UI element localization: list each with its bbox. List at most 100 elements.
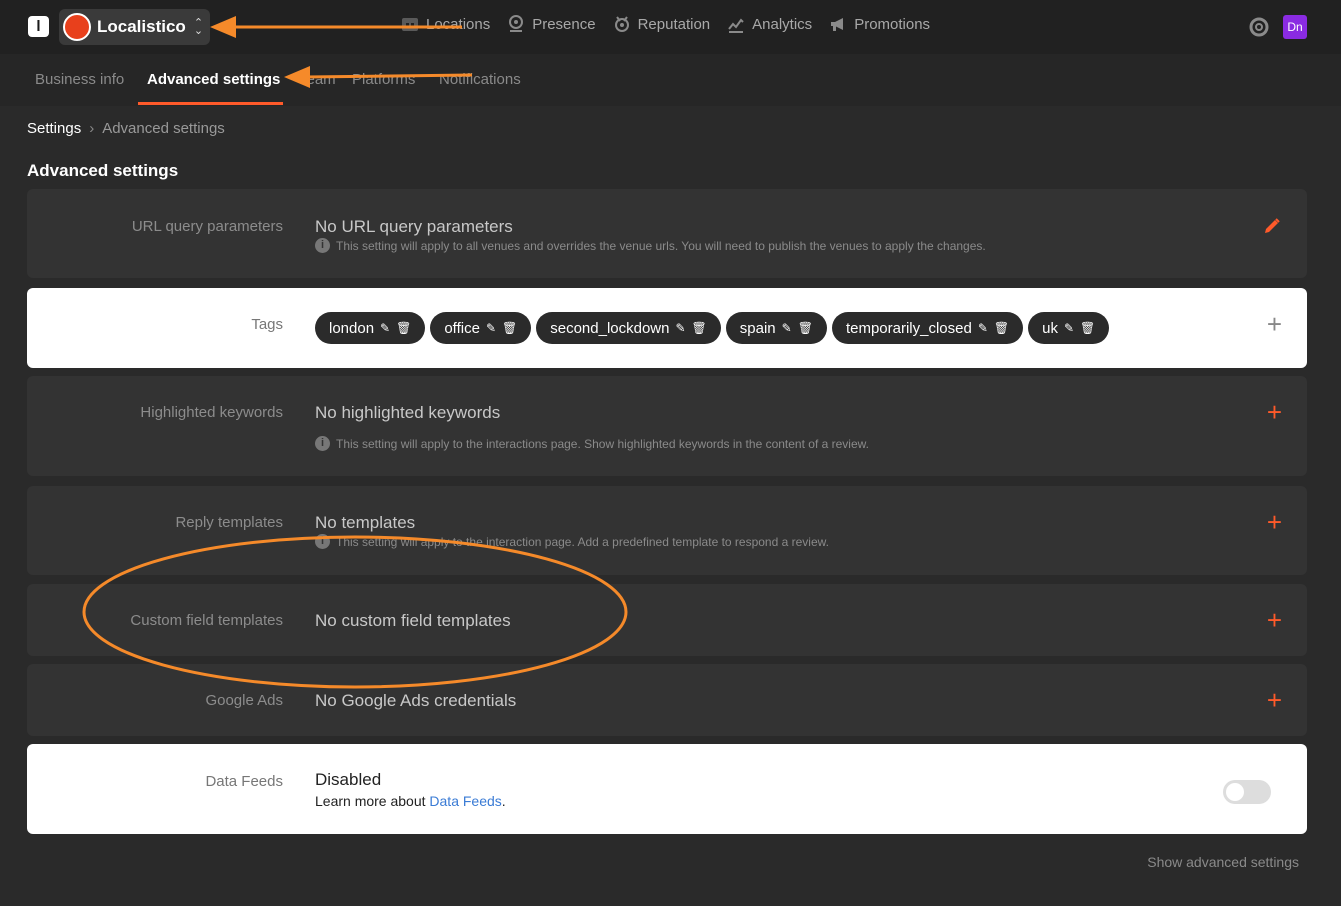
reply-templates-row: Reply templates No templates i This sett… bbox=[27, 486, 1307, 575]
trash-icon[interactable]: 🗑 bbox=[1080, 321, 1095, 335]
show-advanced-settings-link[interactable]: Show advanced settings bbox=[1147, 854, 1299, 870]
nav-label: Analytics bbox=[752, 15, 813, 33]
tab-notifications[interactable]: Notifications bbox=[439, 71, 521, 88]
edit-pencil-icon[interactable]: ✎ bbox=[1064, 321, 1074, 335]
row-value: No custom field templates bbox=[315, 611, 511, 630]
row-label: Data Feeds bbox=[205, 773, 283, 790]
data-feeds-row: Data Feeds Disabled Learn more about Dat… bbox=[27, 744, 1307, 834]
row-label: Tags bbox=[251, 316, 283, 333]
analytics-icon bbox=[726, 14, 746, 34]
learn-more-prefix: Learn more about bbox=[315, 793, 430, 809]
tag-chip[interactable]: spain ✎ 🗑 bbox=[725, 312, 827, 344]
nav-label: Presence bbox=[532, 15, 596, 33]
row-hint: i This setting will apply to the interac… bbox=[315, 534, 829, 549]
breadcrumb-settings[interactable]: Settings bbox=[27, 120, 81, 137]
trash-icon[interactable]: 🗑 bbox=[396, 321, 411, 335]
hint-text: This setting will apply to the interacti… bbox=[336, 534, 829, 549]
tab-team[interactable]: Team bbox=[299, 71, 336, 88]
edit-pencil-icon[interactable] bbox=[1262, 216, 1282, 237]
chevron-right-icon: › bbox=[89, 120, 95, 137]
locations-icon bbox=[400, 14, 420, 34]
info-icon: i bbox=[315, 238, 330, 253]
edit-pencil-icon[interactable]: ✎ bbox=[380, 321, 390, 335]
tag-chip[interactable]: london ✎ 🗑 bbox=[315, 312, 426, 344]
tag-label: uk bbox=[1042, 319, 1058, 337]
presence-icon bbox=[506, 14, 526, 34]
info-icon: i bbox=[315, 436, 330, 451]
trash-icon[interactable]: 🗑 bbox=[692, 321, 707, 335]
highlighted-keywords-row: Highlighted keywords No highlighted keyw… bbox=[27, 376, 1307, 476]
tab-platforms[interactable]: Platforms bbox=[352, 71, 415, 88]
row-value: No URL query parameters bbox=[315, 217, 513, 236]
add-tag-plus-icon[interactable]: + bbox=[1267, 311, 1282, 337]
nav-item-reputation[interactable]: Reputation bbox=[612, 14, 711, 34]
row-hint: i This setting will apply to all venues … bbox=[315, 238, 986, 253]
row-label: Custom field templates bbox=[130, 612, 283, 629]
tag-chip[interactable]: uk ✎ 🗑 bbox=[1028, 312, 1110, 344]
google-ads-row: Google Ads No Google Ads credentials + bbox=[27, 664, 1307, 736]
tag-label: temporarily_closed bbox=[845, 319, 972, 337]
custom-field-templates-row: Custom field templates No custom field t… bbox=[27, 584, 1307, 656]
learn-more-suffix: . bbox=[501, 793, 506, 809]
tag-label: spain bbox=[739, 319, 776, 337]
hint-text: This setting will apply to the interacti… bbox=[336, 436, 869, 451]
edit-pencil-icon[interactable]: ✎ bbox=[978, 321, 988, 335]
edit-pencil-icon[interactable]: ✎ bbox=[782, 321, 792, 335]
tag-list: london ✎ 🗑 office ✎ 🗑 second_lockdown ✎ 🗑 spai… bbox=[315, 312, 1110, 344]
nav-item-promotions[interactable]: Promotions bbox=[828, 14, 930, 34]
learn-more-text: Learn more about Data Feeds. bbox=[315, 793, 506, 809]
nav-item-presence[interactable]: Presence bbox=[506, 14, 596, 34]
reputation-icon bbox=[612, 14, 632, 34]
row-label: Reply templates bbox=[175, 514, 283, 531]
nav-label: Reputation bbox=[637, 15, 711, 33]
tag-chip[interactable]: second_lockdown ✎ 🗑 bbox=[536, 312, 721, 344]
active-tab-indicator bbox=[138, 102, 283, 105]
tag-chip[interactable]: office ✎ 🗑 bbox=[430, 312, 532, 344]
chevron-up-down-icon: ⌃ ⌄ bbox=[193, 17, 204, 37]
row-value: No templates bbox=[315, 513, 416, 532]
toggle-knob bbox=[1226, 783, 1244, 801]
help-icon[interactable] bbox=[1249, 17, 1269, 37]
row-label: Google Ads bbox=[205, 692, 283, 709]
info-icon: i bbox=[315, 534, 330, 549]
url-query-row: URL query parameters No URL query parame… bbox=[27, 189, 1307, 278]
settings-tabs: Business info Advanced settings Team Pla… bbox=[0, 54, 1341, 106]
hint-text: This setting will apply to all venues an… bbox=[336, 238, 986, 253]
row-value: No highlighted keywords bbox=[315, 403, 501, 422]
data-feeds-toggle[interactable] bbox=[1223, 780, 1271, 804]
org-name: Localistico bbox=[97, 17, 186, 36]
tab-business-info[interactable]: Business info bbox=[35, 71, 124, 88]
add-plus-icon[interactable]: + bbox=[1267, 687, 1282, 713]
user-avatar[interactable]: Dn bbox=[1283, 15, 1307, 39]
page-title: Advanced settings bbox=[27, 161, 179, 180]
trash-icon[interactable]: 🗑 bbox=[994, 321, 1009, 335]
add-plus-icon[interactable]: + bbox=[1267, 509, 1282, 535]
main-nav: Locations Presence Reputation Analytics … bbox=[400, 14, 930, 34]
org-avatar bbox=[63, 13, 91, 41]
row-hint: i This setting will apply to the interac… bbox=[315, 436, 869, 451]
org-switcher[interactable]: Localistico ⌃ ⌄ bbox=[59, 9, 210, 45]
trash-icon[interactable]: 🗑 bbox=[502, 321, 517, 335]
edit-pencil-icon[interactable]: ✎ bbox=[486, 321, 496, 335]
tag-chip[interactable]: temporarily_closed ✎ 🗑 bbox=[831, 312, 1024, 344]
row-label: Highlighted keywords bbox=[140, 404, 283, 421]
row-value: No Google Ads credentials bbox=[315, 691, 517, 710]
breadcrumb: Settings › Advanced settings bbox=[27, 120, 225, 137]
app-logo[interactable]: l bbox=[28, 16, 49, 37]
tab-advanced-settings[interactable]: Advanced settings bbox=[147, 71, 280, 88]
nav-label: Promotions bbox=[854, 15, 931, 33]
trash-icon[interactable]: 🗑 bbox=[798, 321, 813, 335]
row-label: URL query parameters bbox=[131, 218, 283, 235]
tag-label: second_lockdown bbox=[550, 319, 670, 337]
nav-item-analytics[interactable]: Analytics bbox=[726, 14, 812, 34]
add-plus-icon[interactable]: + bbox=[1267, 607, 1282, 633]
top-bar: l Localistico ⌃ ⌄ Locations Presence Repu… bbox=[0, 0, 1341, 54]
data-feeds-link[interactable]: Data Feeds bbox=[429, 793, 501, 809]
nav-label: Locations bbox=[426, 15, 491, 33]
edit-pencil-icon[interactable]: ✎ bbox=[675, 321, 685, 335]
nav-item-locations[interactable]: Locations bbox=[400, 14, 490, 34]
tag-label: london bbox=[329, 319, 375, 337]
add-plus-icon[interactable]: + bbox=[1267, 399, 1282, 425]
megaphone-icon bbox=[828, 14, 848, 34]
row-value: Disabled bbox=[315, 770, 382, 789]
